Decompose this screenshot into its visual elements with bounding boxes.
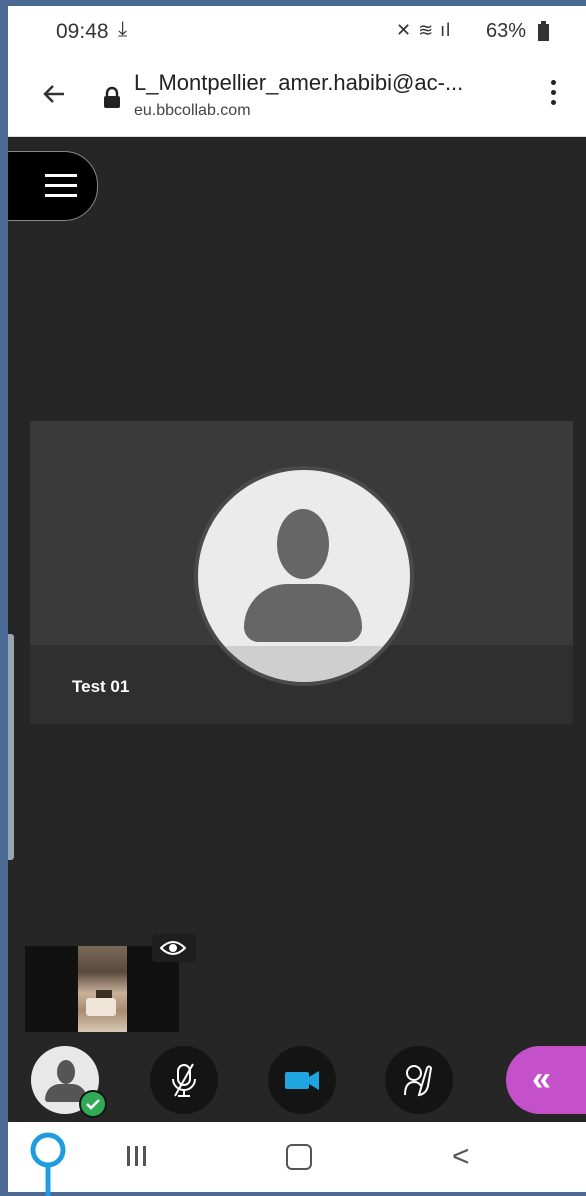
double-chevron-left-icon: « <box>532 1060 551 1098</box>
lock-icon <box>104 86 120 108</box>
eye-icon <box>160 941 186 955</box>
my-status-button[interactable] <box>31 1046 107 1118</box>
status-bar: 09:48 ⤓ ✕ ≋ ıl 63% <box>8 6 586 56</box>
avatar-icon <box>57 1060 75 1084</box>
preview-visibility-toggle[interactable] <box>152 934 196 962</box>
page-domain[interactable]: eu.bbcollab.com <box>134 102 251 120</box>
more-options-icon[interactable] <box>548 80 558 110</box>
participant-avatar <box>194 466 414 686</box>
avatar-body <box>244 584 362 642</box>
home-icon[interactable] <box>286 1144 312 1170</box>
download-icon: ⤓ <box>118 18 128 41</box>
microphone-muted-icon <box>172 1063 196 1097</box>
session-controls: « <box>8 1036 586 1122</box>
android-nav-bar: < <box>8 1122 586 1192</box>
battery-percent: 63% <box>486 20 527 42</box>
open-collaborate-panel-button[interactable]: « <box>506 1046 586 1114</box>
camera-feed-image <box>78 946 127 1032</box>
raise-hand-button[interactable] <box>385 1046 453 1114</box>
app-frame: 09:48 ⤓ ✕ ≋ ıl 63% L_Montpellier_amer.ha… <box>8 6 586 1192</box>
touch-pointer-icon <box>30 1132 66 1196</box>
drawer-handle[interactable] <box>8 634 14 860</box>
recent-apps-icon[interactable] <box>126 1142 148 1170</box>
microphone-toggle-button[interactable] <box>150 1046 218 1114</box>
nav-back-icon[interactable]: < <box>452 1140 470 1174</box>
status-time: 09:48 <box>56 20 109 43</box>
hamburger-icon <box>45 174 77 177</box>
back-arrow-icon[interactable] <box>36 76 72 112</box>
avatar-head <box>277 509 329 579</box>
raise-hand-icon <box>404 1065 433 1097</box>
signal-icons: ✕ ≋ ıl <box>396 20 452 40</box>
video-camera-icon <box>285 1071 319 1090</box>
camera-toggle-button[interactable] <box>268 1046 336 1114</box>
check-icon <box>79 1090 107 1118</box>
participant-name: Test 01 <box>72 677 130 696</box>
battery-icon <box>538 21 549 41</box>
browser-url-bar: L_Montpellier_amer.habibi@ac-... eu.bbco… <box>8 56 586 137</box>
session-menu-button[interactable] <box>8 151 98 221</box>
page-title[interactable]: L_Montpellier_amer.habibi@ac-... <box>134 70 514 96</box>
